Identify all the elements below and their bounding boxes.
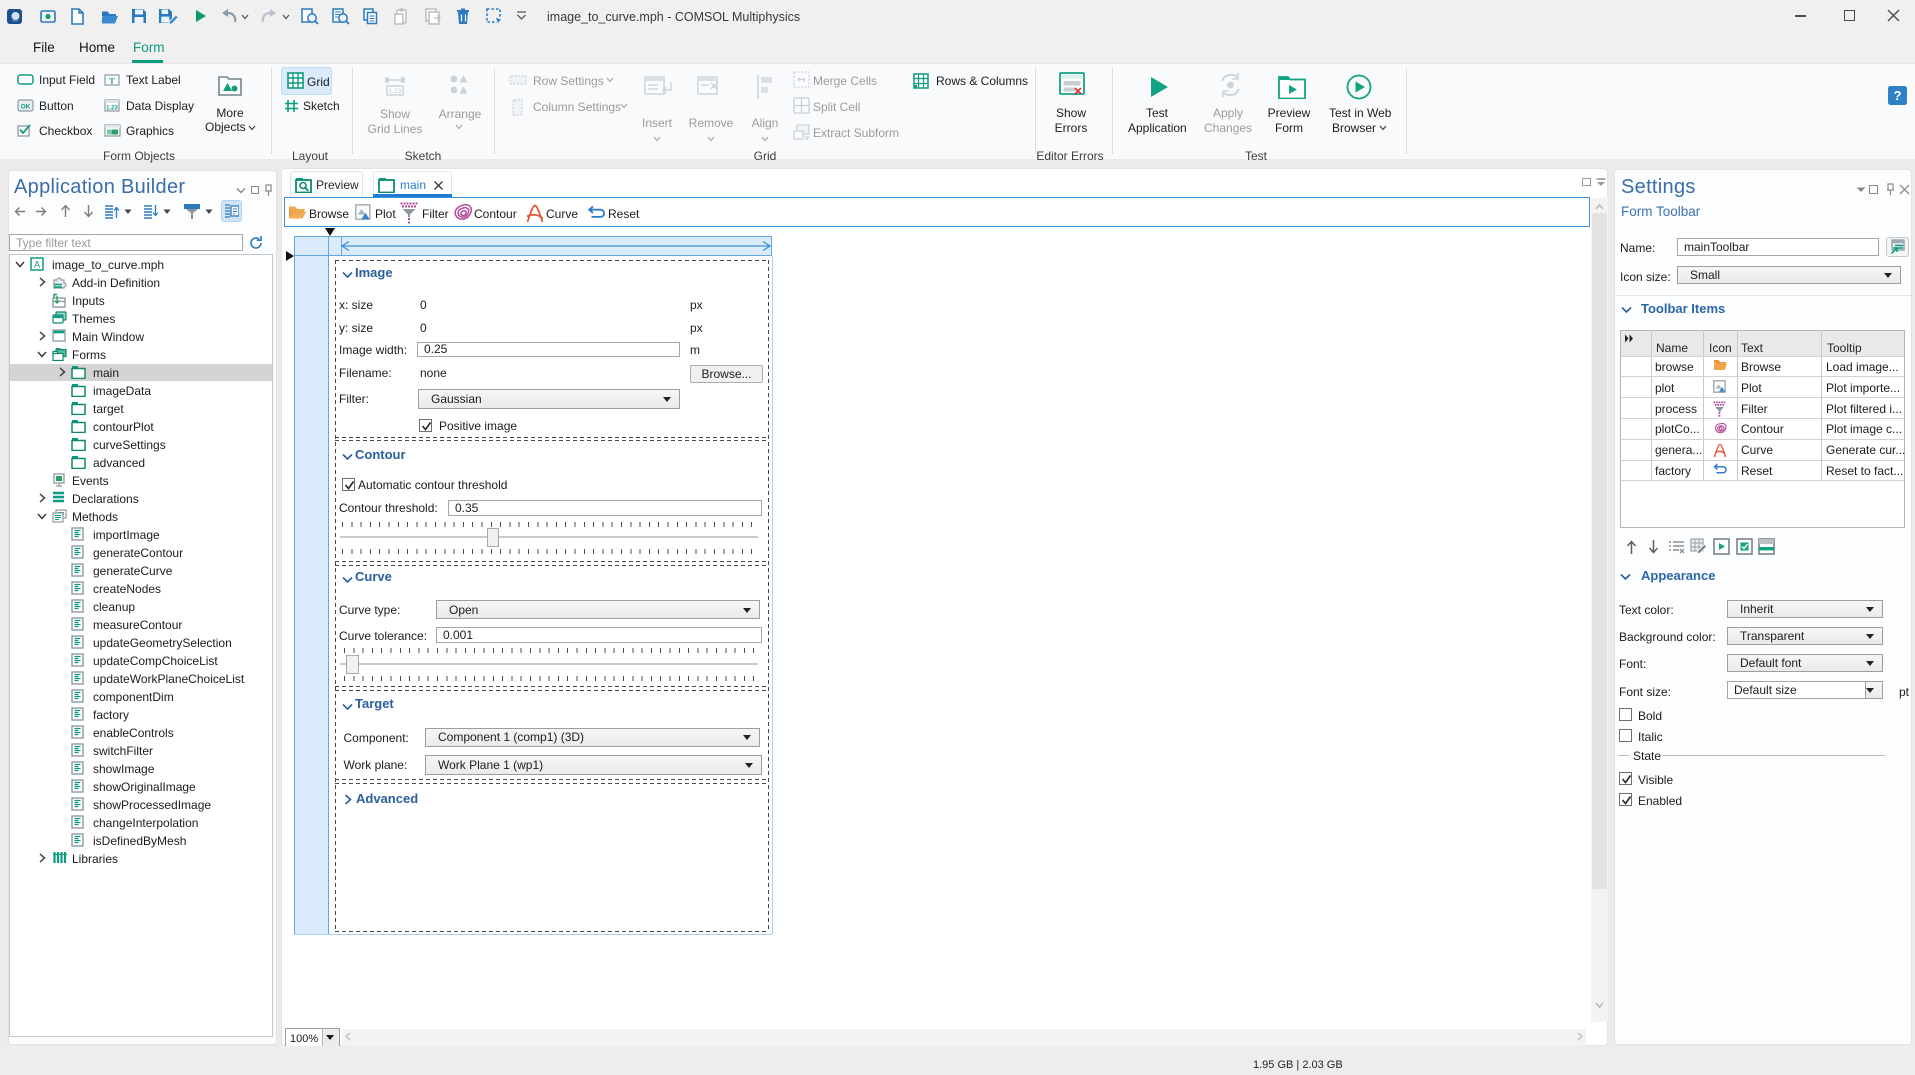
svg-text:1.23: 1.23 bbox=[106, 106, 118, 112]
svg-text:A: A bbox=[34, 260, 40, 270]
svg-text:?: ? bbox=[1894, 88, 1902, 103]
svg-text:T: T bbox=[109, 76, 115, 86]
svg-text:OK: OK bbox=[21, 104, 31, 111]
svg-text:1.23: 1.23 bbox=[389, 88, 402, 95]
